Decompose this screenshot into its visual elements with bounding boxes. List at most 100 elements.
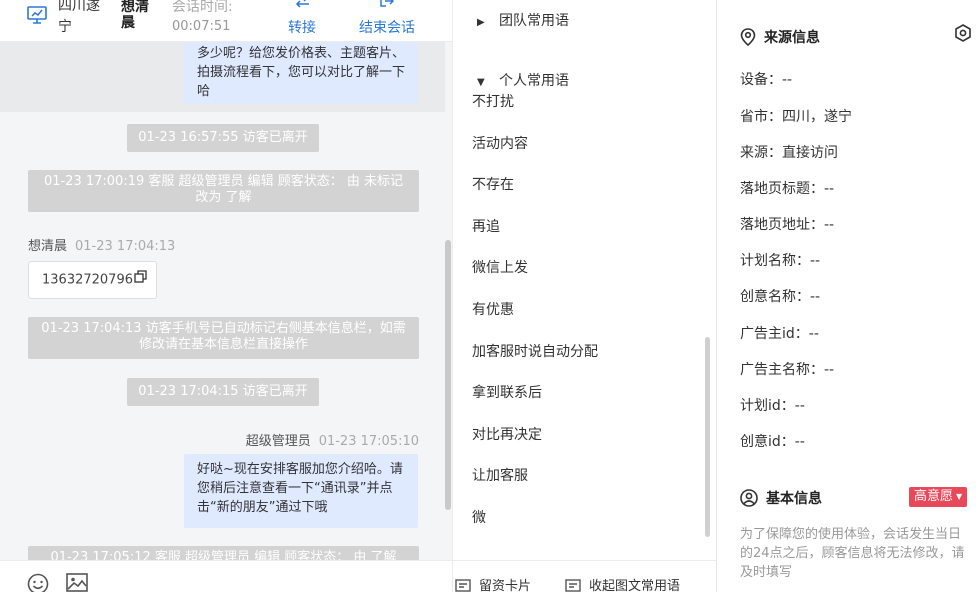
collapse-phrases-button[interactable]: 收起图文常用语 <box>565 575 680 592</box>
team-phrases-label: 团队常用语 <box>499 13 569 29</box>
exit-icon <box>354 0 420 14</box>
source-info-header: 来源信息 <box>740 27 820 47</box>
visitor-phone-message: 13632720796 <box>28 261 157 299</box>
info-field: 广告主id：-- <box>740 323 819 343</box>
intent-level-value: 高意愿 <box>914 489 954 504</box>
image-icon[interactable] <box>66 573 88 592</box>
info-field: 计划名称：-- <box>740 250 820 270</box>
customer-info-panel: 来源信息 设备：-- 省市：四川，遂宁 来源：直接访问 落地页标题：-- 落地页… <box>716 0 979 592</box>
phrase-item[interactable]: 活动内容 <box>472 133 528 153</box>
lead-card-button[interactable]: 留资卡片 <box>455 575 531 592</box>
field-label: 计划id： <box>740 398 795 414</box>
field-label: 来源： <box>740 145 782 161</box>
field-label: 落地页标题： <box>740 181 824 197</box>
end-session-button[interactable]: 结束会话 <box>354 0 420 37</box>
caret-down-icon: ▼ <box>956 492 963 501</box>
transfer-button[interactable]: 转接 <box>270 0 334 37</box>
phrase-item[interactable]: 让加客服 <box>472 465 528 485</box>
intent-level-dropdown[interactable]: 高意愿 ▼ <box>909 487 968 507</box>
info-field: 落地页地址：-- <box>740 214 834 234</box>
field-label: 落地页地址： <box>740 217 824 233</box>
info-field: 设备：-- <box>740 69 792 89</box>
caret-right-icon: ▶ <box>477 17 485 28</box>
field-value: -- <box>808 326 819 342</box>
field-value: -- <box>810 289 821 305</box>
lead-card-label: 留资卡片 <box>479 579 532 592</box>
system-message: 01-23 17:00:19 客服 超级管理员 编辑 顾客状态： 由 未标记 改… <box>28 170 419 212</box>
field-label: 计划名称： <box>740 253 810 269</box>
collapse-phrases-label: 收起图文常用语 <box>589 579 681 592</box>
system-message: 01-23 17:04:13 访客手机号已自动标记右侧基本信息栏，如需修改请在基… <box>28 317 419 359</box>
card-icon <box>455 579 479 592</box>
chat-scrollbar[interactable] <box>445 240 451 510</box>
source-info-title: 来源信息 <box>764 30 820 46</box>
info-field: 来源：直接访问 <box>740 142 838 162</box>
phrase-item[interactable]: 有优惠 <box>472 299 514 319</box>
caret-down-icon: ▼ <box>477 77 485 88</box>
field-label: 创意名称： <box>740 289 810 305</box>
field-value: -- <box>794 398 805 414</box>
agent-message: 好哒~现在安排客服加您介绍哈。请您稍后注意查看一下“通讯录”并点击“新的朋友”通… <box>184 454 418 528</box>
basic-info-header: 基本信息 <box>740 488 822 508</box>
phrase-item[interactable]: 不打扰 <box>472 91 514 111</box>
field-value: 四川，遂宁 <box>782 109 852 125</box>
phrase-item[interactable]: 对比再决定 <box>472 424 542 444</box>
system-message: 01-23 17:04:15 访客已离开 <box>127 378 319 406</box>
phrase-item[interactable]: 不存在 <box>472 174 514 194</box>
monitor-icon <box>27 6 47 28</box>
system-message: 01-23 17:05:12 客服 超级管理员 编辑 顾客状态： 由 了解 <box>28 546 419 560</box>
settings-icon[interactable] <box>954 24 972 46</box>
field-value: -- <box>810 253 821 269</box>
copy-icon[interactable] <box>134 262 147 298</box>
field-value: -- <box>782 72 793 88</box>
personal-phrases-group[interactable]: ▼ 个人常用语 <box>477 70 569 90</box>
phrases-toolbar: 留资卡片 收起图文常用语 <box>453 560 716 592</box>
personal-phrases-label: 个人常用语 <box>499 73 569 89</box>
field-value: -- <box>824 362 835 378</box>
agent-message-time: 01-23 17:05:10 <box>318 434 419 449</box>
edit-notice: 为了保障您的使用体验，会话发生当日的24点之后，顾客信息将无法修改，请及时填写 <box>740 527 965 580</box>
field-label: 省市： <box>740 109 782 125</box>
transfer-icon <box>270 0 334 14</box>
basic-info-title: 基本信息 <box>766 491 822 507</box>
customer-name: 想清晨 <box>121 0 149 31</box>
info-field: 计划id：-- <box>740 395 805 415</box>
visitor-message-meta: 想清晨 01-23 17:04:13 <box>28 235 175 254</box>
field-label: 广告主id： <box>740 326 809 342</box>
phrase-item[interactable]: 加客服时说自动分配 <box>472 341 598 361</box>
field-value: -- <box>824 217 835 233</box>
visitor-location: 四川遂宁 <box>58 0 100 35</box>
end-session-label: 结束会话 <box>359 20 415 36</box>
phrase-item[interactable]: 拿到联系后 <box>472 382 542 402</box>
info-field: 创意名称：-- <box>740 286 820 306</box>
phrase-item[interactable]: 再追 <box>472 216 500 236</box>
phrases-panel: ▶ 团队常用语 ▼ 个人常用语 不打扰 活动内容 不存在 再追 微信上发 有优惠 加… <box>452 0 716 592</box>
field-value: -- <box>824 181 835 197</box>
field-value: 直接访问 <box>782 145 838 161</box>
phrase-item[interactable]: 微 <box>472 507 486 527</box>
session-time-label: 会话时间: <box>172 0 233 15</box>
system-message: 01-23 16:57:55 访客已离开 <box>127 124 319 152</box>
field-value: -- <box>794 434 805 450</box>
team-phrases-group[interactable]: ▶ 团队常用语 <box>477 10 569 30</box>
chat-header: 四川遂宁 想清晨 会话时间: 00:07:51 转接 结束会话 <box>0 0 452 42</box>
chat-workspace: 四川遂宁 想清晨 会话时间: 00:07:51 转接 结束会话 多少呢？给您发价… <box>0 0 979 592</box>
field-label: 广告主名称： <box>740 362 824 378</box>
visitor-name: 想清晨 <box>28 239 68 254</box>
info-field: 创意id：-- <box>740 431 805 451</box>
info-field: 广告主名称：-- <box>740 359 834 379</box>
chat-toolbar <box>0 560 452 592</box>
message-list[interactable]: 多少呢？给您发价格表、主题客片、拍摄流程看下，您可以对比了解一下哈 01-23 … <box>0 42 445 560</box>
phrase-item[interactable]: 微信上发 <box>472 257 528 277</box>
chat-panel: 四川遂宁 想清晨 会话时间: 00:07:51 转接 结束会话 多少呢？给您发价… <box>0 0 452 592</box>
user-icon <box>740 489 766 507</box>
field-label: 创意id： <box>740 434 795 450</box>
agent-message-meta: 超级管理员 01-23 17:05:10 <box>246 430 419 449</box>
phrases-scrollbar[interactable] <box>705 337 710 537</box>
location-pin-icon <box>740 28 764 47</box>
emoji-icon[interactable] <box>27 573 49 592</box>
info-field: 落地页标题：-- <box>740 178 834 198</box>
message-icon <box>565 579 589 592</box>
info-field: 省市：四川，遂宁 <box>740 106 852 126</box>
session-time: 00:07:51 <box>172 19 231 34</box>
